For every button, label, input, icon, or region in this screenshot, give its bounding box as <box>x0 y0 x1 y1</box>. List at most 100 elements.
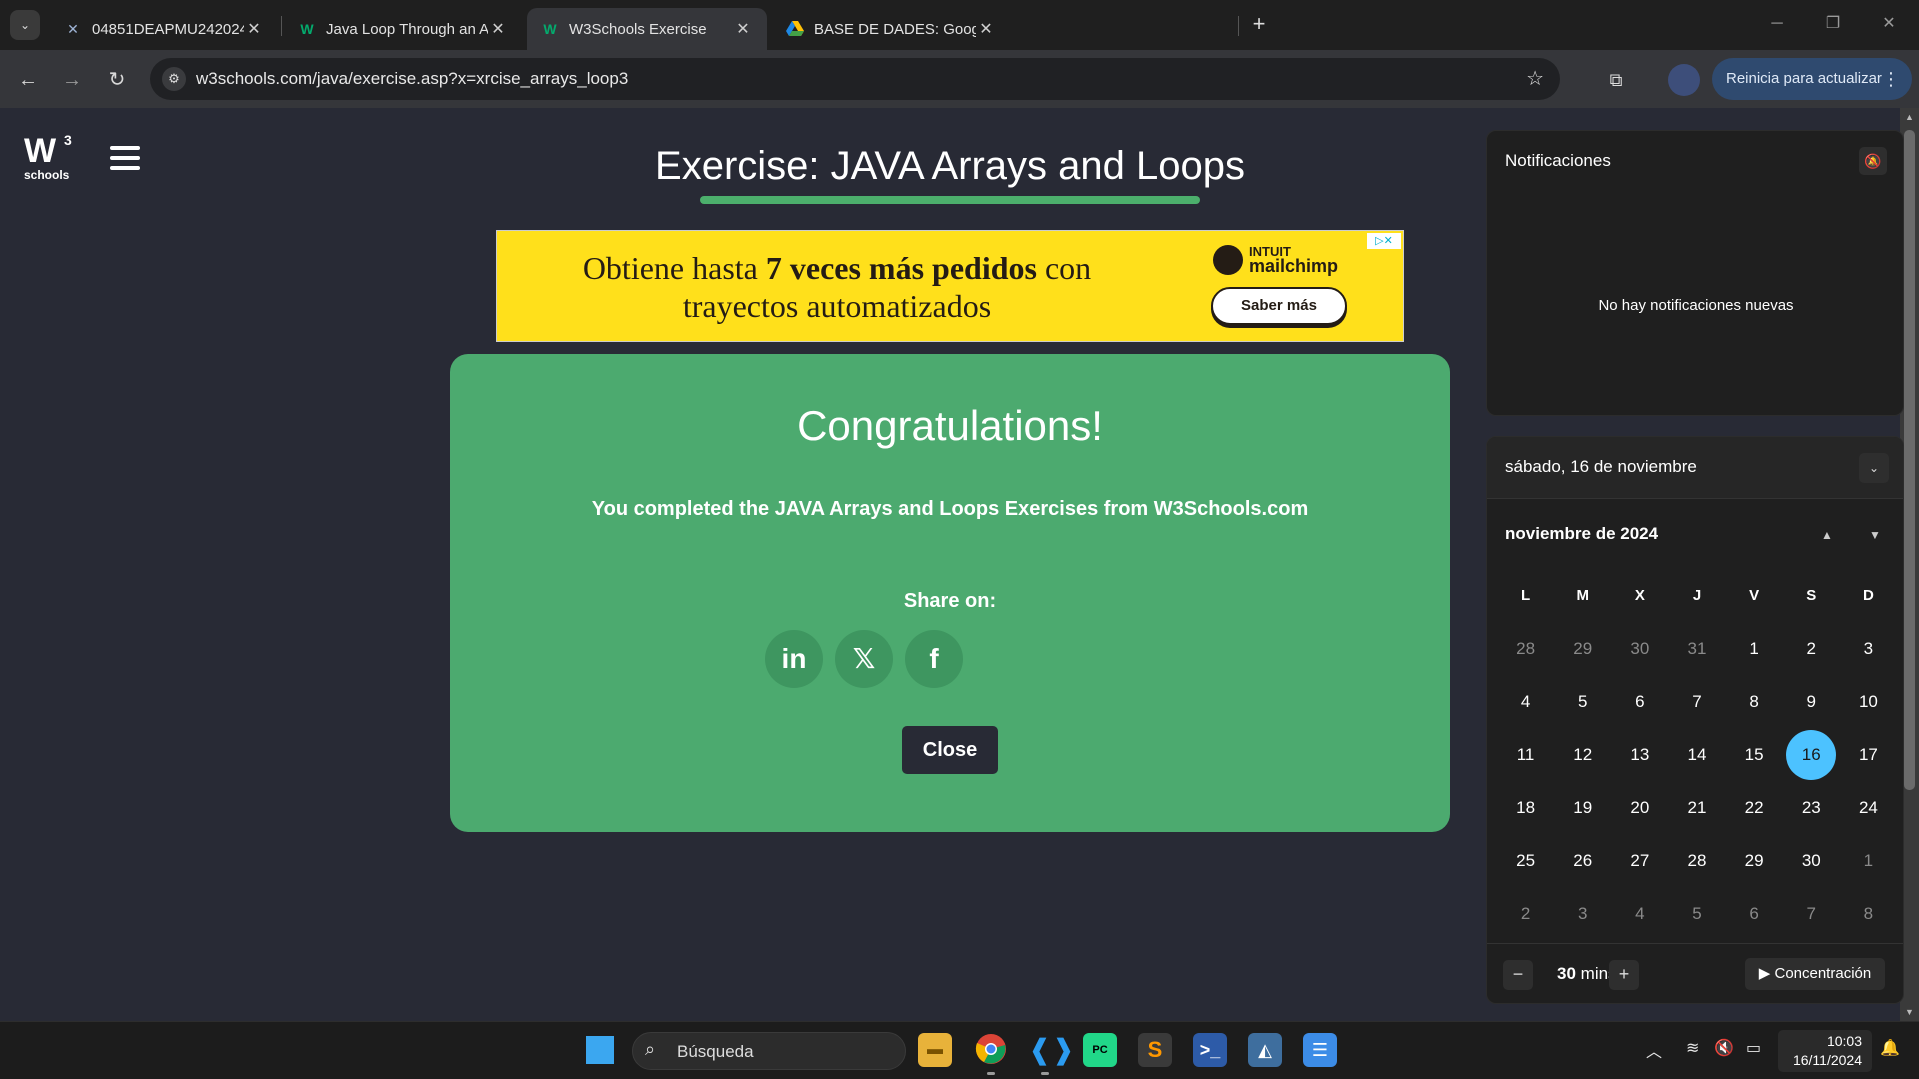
calendar-day[interactable]: 24 <box>1840 783 1897 833</box>
restore-icon[interactable]: ❐ <box>1808 10 1858 38</box>
tab-moodle[interactable]: ✕ 04851DEAPMU242024: [Inicialit ✕ <box>50 8 278 50</box>
calendar-day[interactable]: 11 <box>1497 730 1554 780</box>
calendar-day[interactable]: 4 <box>1497 677 1554 727</box>
calendar-day[interactable]: 5 <box>1668 889 1725 939</box>
volume-muted-icon[interactable]: 🔇 <box>1714 1038 1734 1058</box>
battery-icon[interactable]: ▭ <box>1746 1038 1761 1058</box>
close-button[interactable]: Close <box>902 726 998 774</box>
calendar-day[interactable]: 2 <box>1497 889 1554 939</box>
more-menu-icon[interactable]: ⋮ <box>1882 58 1900 100</box>
calendar-day[interactable]: 12 <box>1554 730 1611 780</box>
w3schools-logo[interactable]: W 3 schools <box>24 132 74 182</box>
close-tab-icon[interactable]: ✕ <box>976 19 996 39</box>
wifi-icon[interactable]: ≋ <box>1686 1038 1699 1058</box>
calendar-day[interactable]: 1 <box>1840 836 1897 886</box>
calendar-day[interactable]: 6 <box>1611 677 1668 727</box>
back-arrow-icon[interactable]: ← <box>12 64 44 96</box>
tab-w3schools-exercise[interactable]: W W3Schools Exercise ✕ <box>527 8 767 50</box>
calendar-day[interactable]: 17 <box>1840 730 1897 780</box>
chrome-icon[interactable] <box>974 1033 1008 1067</box>
linkedin-share-button[interactable]: in <box>765 630 823 688</box>
taskbar-clock[interactable]: 10:03 16/11/2024 <box>1778 1030 1872 1072</box>
calendar-day[interactable]: 20 <box>1611 783 1668 833</box>
calendar-day[interactable]: 22 <box>1726 783 1783 833</box>
scroll-down-icon[interactable]: ▼ <box>1900 1007 1919 1017</box>
calendar-day[interactable]: 27 <box>1611 836 1668 886</box>
calendar-day[interactable]: 21 <box>1668 783 1725 833</box>
calendar-day[interactable]: 30 <box>1783 836 1840 886</box>
calendar-day[interactable]: 6 <box>1726 889 1783 939</box>
address-bar[interactable]: ⚙ w3schools.com/java/exercise.asp?x=xrci… <box>150 58 1560 100</box>
minimize-icon[interactable]: ─ <box>1752 10 1802 38</box>
ad-banner[interactable]: Obtiene hasta 7 veces más pedidos con tr… <box>496 230 1404 342</box>
close-tab-icon[interactable]: ✕ <box>244 19 264 39</box>
facebook-share-button[interactable]: f <box>905 630 963 688</box>
hamburger-menu-icon[interactable] <box>110 146 140 172</box>
calendar-day[interactable]: 3 <box>1840 624 1897 674</box>
scrollbar-thumb[interactable] <box>1904 130 1915 790</box>
url-text[interactable]: w3schools.com/java/exercise.asp?x=xrcise… <box>196 69 628 89</box>
notepad-icon[interactable]: ☰ <box>1303 1033 1337 1067</box>
calendar-day[interactable]: 25 <box>1497 836 1554 886</box>
calendar-day[interactable]: 4 <box>1611 889 1668 939</box>
do-not-disturb-icon[interactable]: 🔕 <box>1859 147 1887 175</box>
increase-minutes-button[interactable]: + <box>1609 960 1639 990</box>
file-explorer-icon[interactable]: ▬ <box>918 1033 952 1067</box>
restart-to-update-button[interactable]: Reinicia para actualizar ⋮ <box>1712 58 1912 100</box>
reload-icon[interactable]: ↻ <box>101 64 133 96</box>
calendar-day[interactable]: 15 <box>1726 730 1783 780</box>
calendar-day[interactable]: 28 <box>1497 624 1554 674</box>
close-tab-icon[interactable]: ✕ <box>488 19 508 39</box>
close-window-icon[interactable]: ✕ <box>1864 10 1914 38</box>
tab-java-loop[interactable]: W Java Loop Through an Array ✕ <box>284 8 522 50</box>
ad-cta-button[interactable]: Saber más <box>1211 287 1347 325</box>
taskbar-search[interactable]: ⌕ Búsqueda <box>632 1032 906 1070</box>
calendar-day[interactable]: 29 <box>1554 624 1611 674</box>
extensions-icon[interactable]: ⧉ <box>1600 64 1632 96</box>
calendar-day[interactable]: 14 <box>1668 730 1725 780</box>
site-info-icon[interactable]: ⚙ <box>162 67 186 91</box>
profile-avatar[interactable] <box>1668 64 1700 96</box>
scroll-up-icon[interactable]: ▲ <box>1900 112 1919 122</box>
calendar-day-today[interactable]: 16 <box>1783 729 1840 780</box>
start-focus-button[interactable]: ▶ Concentración <box>1745 958 1885 990</box>
calendar-day[interactable]: 2 <box>1783 624 1840 674</box>
calendar-day[interactable]: 9 <box>1783 677 1840 727</box>
calendar-day[interactable]: 8 <box>1726 677 1783 727</box>
calendar-day[interactable]: 13 <box>1611 730 1668 780</box>
decrease-minutes-button[interactable]: − <box>1503 960 1533 990</box>
calendar-day[interactable]: 7 <box>1783 889 1840 939</box>
previous-month-icon[interactable]: ▲ <box>1815 523 1839 547</box>
calendar-day[interactable]: 5 <box>1554 677 1611 727</box>
calendar-day[interactable]: 1 <box>1726 624 1783 674</box>
calendar-day[interactable]: 23 <box>1783 783 1840 833</box>
tab-google-drive[interactable]: BASE DE DADES: Google Drive ✕ <box>772 8 1010 50</box>
new-tab-button[interactable]: + <box>1246 12 1272 38</box>
calendar-day[interactable]: 7 <box>1668 677 1725 727</box>
x-share-button[interactable]: 𝕏 <box>835 630 893 688</box>
windows-start-icon[interactable] <box>583 1033 617 1067</box>
adchoices-icon[interactable]: ▷✕ <box>1367 233 1401 249</box>
close-tab-icon[interactable]: ✕ <box>733 19 753 39</box>
next-month-icon[interactable]: ▼ <box>1863 523 1887 547</box>
calendar-day[interactable]: 10 <box>1840 677 1897 727</box>
bookmark-star-icon[interactable]: ☆ <box>1526 66 1544 91</box>
pycharm-icon[interactable]: PC <box>1083 1033 1117 1067</box>
calendar-month-label[interactable]: noviembre de 2024 <box>1505 524 1658 544</box>
calendar-day[interactable]: 8 <box>1840 889 1897 939</box>
calendar-day[interactable]: 28 <box>1668 836 1725 886</box>
show-hidden-icons-chevron-icon[interactable]: ︿ <box>1646 1038 1662 1062</box>
calendar-day[interactable]: 26 <box>1554 836 1611 886</box>
vscode-icon[interactable]: ❰❱ <box>1028 1033 1075 1067</box>
calendar-day[interactable]: 18 <box>1497 783 1554 833</box>
tab-search-button[interactable]: ⌄ <box>10 10 40 40</box>
notification-bell-icon[interactable]: 🔔 <box>1880 1038 1900 1058</box>
sublime-text-icon[interactable]: S <box>1138 1033 1172 1067</box>
calendar-day[interactable]: 3 <box>1554 889 1611 939</box>
calendar-day[interactable]: 29 <box>1726 836 1783 886</box>
calendar-day[interactable]: 31 <box>1668 624 1725 674</box>
powershell-icon[interactable]: >_ <box>1193 1033 1227 1067</box>
collapse-calendar-icon[interactable]: ⌄ <box>1859 453 1889 483</box>
calendar-day[interactable]: 30 <box>1611 624 1668 674</box>
forward-arrow-icon[interactable]: → <box>56 64 88 96</box>
